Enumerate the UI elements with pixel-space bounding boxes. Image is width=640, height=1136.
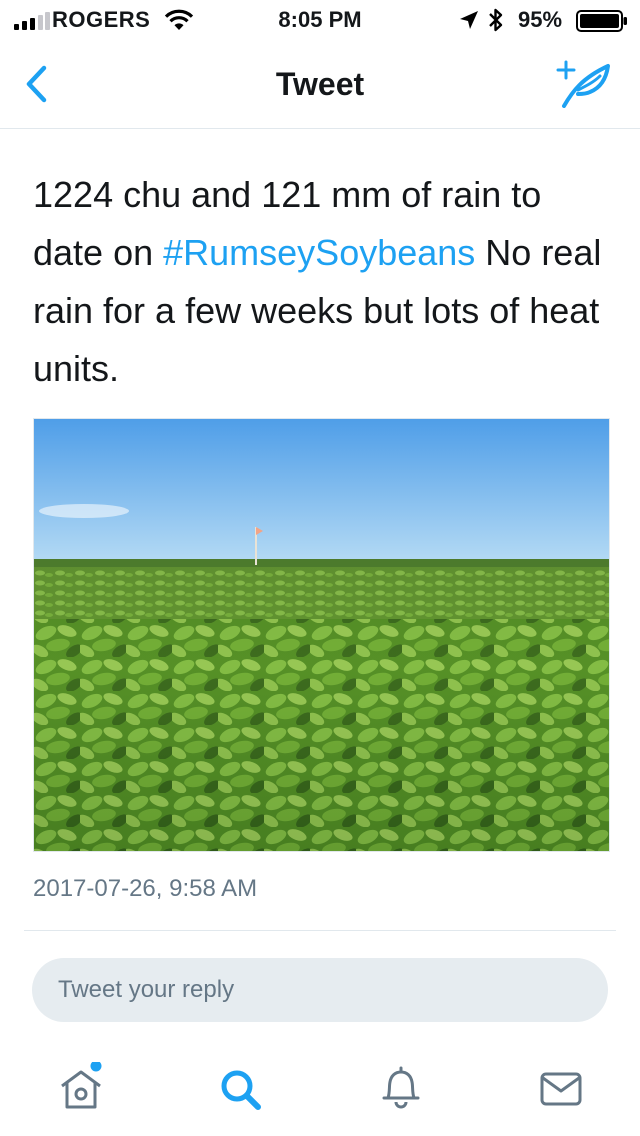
tweet-text: 1224 chu and 121 mm of rain to date on #… (33, 166, 613, 398)
soybean-field-image (34, 419, 609, 851)
bell-icon[interactable] (376, 1062, 426, 1112)
tweet-timestamp: 2017-07-26, 9:58 AM (33, 875, 258, 902)
reply-placeholder: Tweet your reply (58, 976, 235, 1003)
tweet-photo[interactable] (33, 418, 610, 852)
notification-dot (90, 1062, 102, 1072)
home-icon[interactable] (56, 1062, 106, 1112)
divider (24, 930, 616, 931)
navigation-bar: Tweet (0, 40, 640, 129)
page-title: Tweet (275, 66, 365, 102)
hashtag-link[interactable]: #RumseySoybeans (163, 232, 475, 273)
search-icon[interactable] (216, 1062, 266, 1112)
bluetooth-icon (489, 8, 503, 32)
tab-bar (0, 1040, 640, 1136)
compose-tweet-icon[interactable] (556, 60, 612, 108)
battery-percent: 95% (518, 7, 563, 32)
status-bar: ROGERS 8:05 PM 95% (0, 0, 640, 40)
battery-icon (576, 10, 627, 32)
location-arrow-icon (460, 11, 478, 29)
mail-icon[interactable] (536, 1062, 586, 1112)
reply-input[interactable]: Tweet your reply (32, 958, 608, 1022)
